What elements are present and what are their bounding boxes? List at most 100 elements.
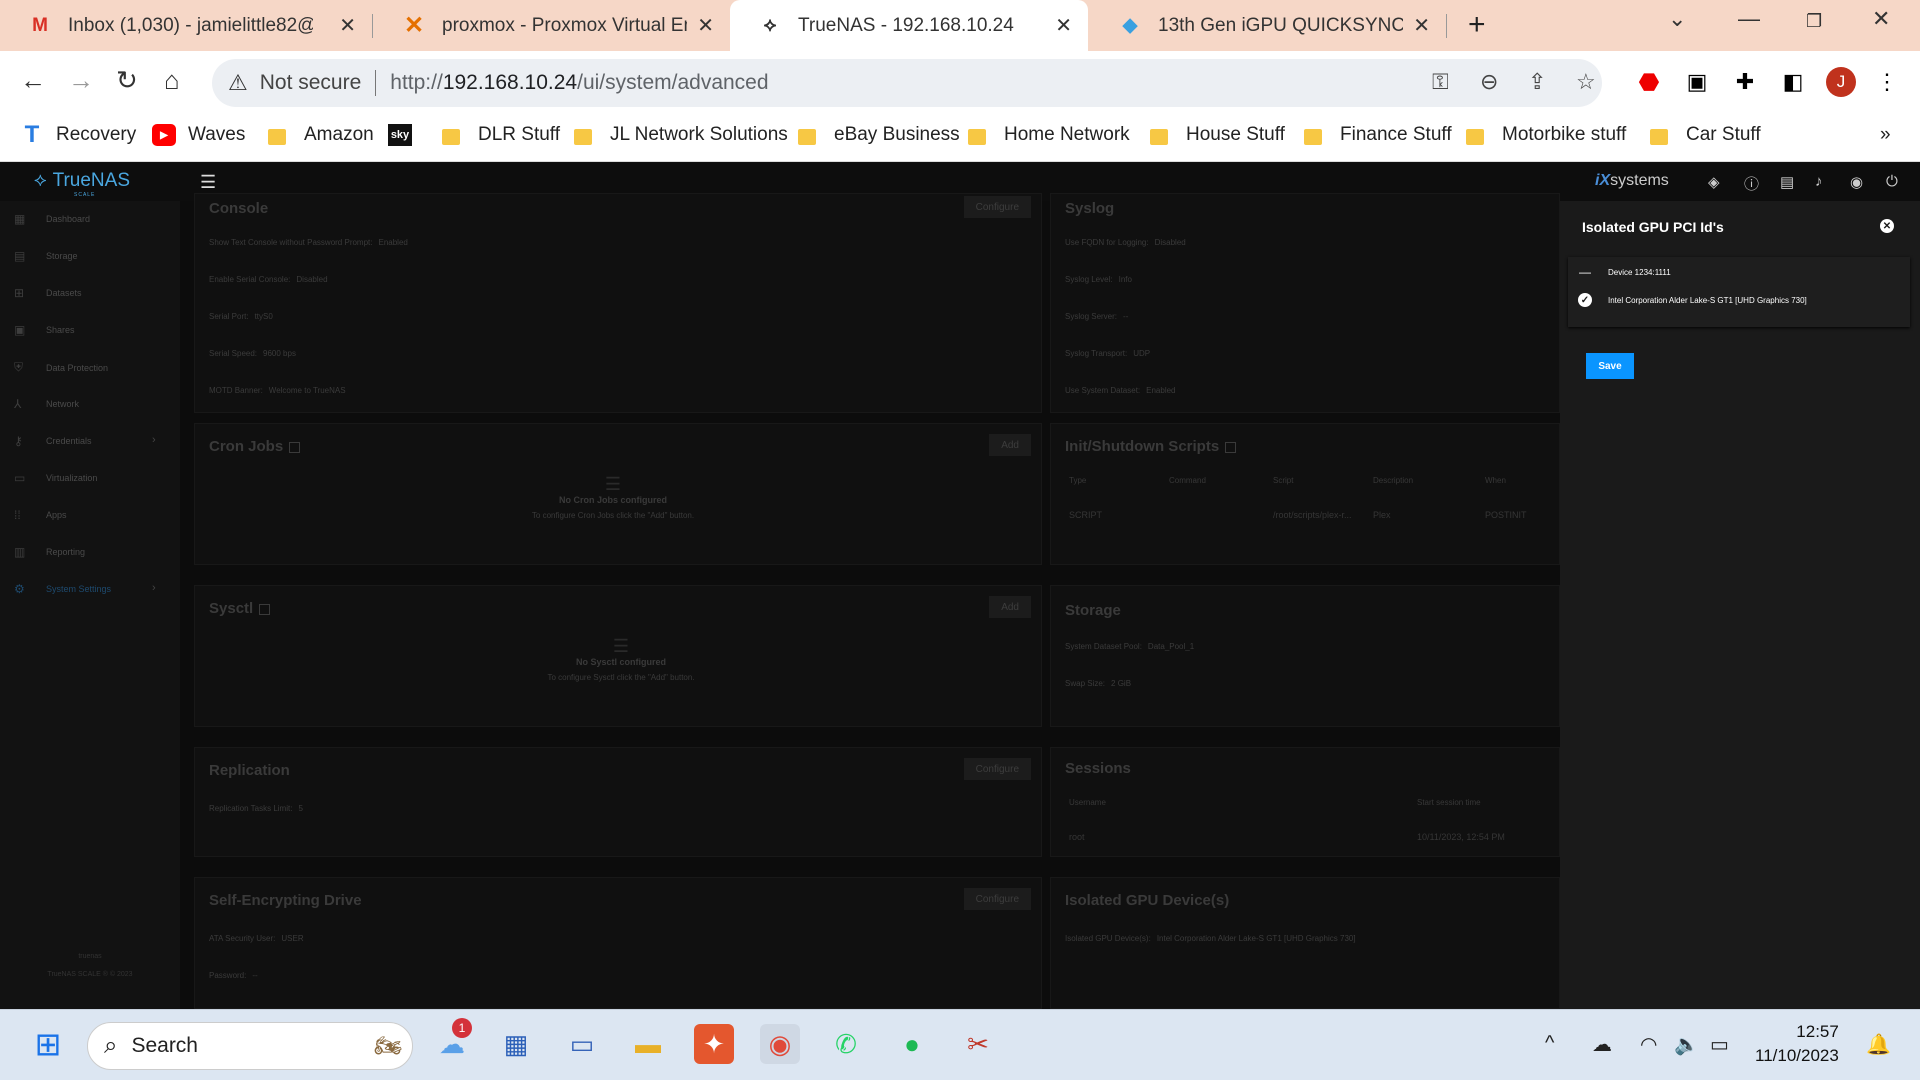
chevron-up-icon[interactable]: ^ (1545, 1032, 1554, 1055)
close-window-icon[interactable]: ✕ (1872, 6, 1890, 32)
restore-icon[interactable]: ❐ (1806, 11, 1822, 32)
info-icon[interactable]: ⓘ (1744, 173, 1759, 194)
share-icon[interactable]: ⇪ (1528, 69, 1546, 95)
sidebar-item-system-settings[interactable]: ⚙ System Settings (14, 582, 111, 596)
unchecked-dash-icon[interactable]: — (1578, 265, 1592, 279)
close-panel-icon[interactable]: ✕ (1880, 219, 1894, 233)
sidebar-item-data-protection[interactable]: ⛨ Data Protection (14, 360, 108, 375)
key-icon[interactable]: ⚿ (1432, 69, 1449, 95)
taskbar-search[interactable]: ⌕ Search 🏍 (87, 1022, 413, 1070)
gpu-option-device-1234[interactable]: — Device 1234:1111 (1578, 265, 1671, 279)
chrome-icon[interactable]: ◉ (760, 1024, 800, 1064)
profile-avatar[interactable]: J (1826, 67, 1856, 97)
bookmark-motorbike-stuff[interactable]: Motorbike stuff (1466, 124, 1626, 146)
extension-icon[interactable]: ▣ (1682, 67, 1712, 97)
minimize-icon[interactable]: — (1738, 6, 1760, 32)
close-tab-icon[interactable]: ✕ (1413, 13, 1430, 38)
forward-arrow-icon[interactable]: → (68, 65, 94, 96)
sidebar-item-shares[interactable]: ▣ Shares (14, 323, 75, 337)
file-explorer-icon[interactable]: ▬ (628, 1024, 668, 1064)
whatsapp-icon[interactable]: ✆ (826, 1024, 866, 1064)
zoom-out-icon[interactable]: ⊖ (1480, 69, 1498, 95)
bookmark-jl-network[interactable]: JL Network Solutions (574, 124, 788, 146)
windows-start-icon[interactable]: ⊞ (28, 1024, 68, 1064)
console-configure-button[interactable]: Configure (963, 196, 1031, 218)
bookmark-recovery[interactable]: T Recovery (20, 121, 137, 148)
bookmark-ebay[interactable]: eBay Business (798, 124, 960, 146)
bookmark-finance-stuff[interactable]: Finance Stuff (1304, 124, 1452, 146)
tab-search-chevron-icon[interactable]: ⌄ (1668, 6, 1686, 32)
close-tab-icon[interactable]: ✕ (1055, 13, 1072, 38)
close-tab-icon[interactable]: ✕ (339, 13, 356, 38)
column-header: Description (1373, 476, 1414, 485)
replication-configure-button[interactable]: Configure (963, 758, 1031, 780)
tab-proxmox-forum[interactable]: ◆ 13th Gen iGPU QUICKSYNC passt ✕ (1090, 0, 1446, 51)
close-tab-icon[interactable]: ✕ (697, 13, 714, 38)
gpu-option-intel-uhd-730[interactable]: ✓ Intel Corporation Alder Lake-S GT1 [UH… (1578, 293, 1807, 307)
microsoft-store-icon[interactable]: ▦ (496, 1024, 536, 1064)
open-in-new-icon[interactable] (259, 603, 271, 615)
sidebar-item-datasets[interactable]: ⊞ Datasets (14, 286, 82, 300)
bookmark-waves[interactable]: ▶ Waves (152, 124, 245, 146)
cron-add-button[interactable]: Add (989, 434, 1031, 456)
truecommand-icon[interactable]: ◈ (1708, 173, 1720, 191)
bookmark-house-stuff[interactable]: House Stuff (1150, 124, 1285, 146)
adblock-extension-icon[interactable]: ⬣ (1634, 67, 1664, 97)
browser-menu-icon[interactable]: ⋮ (1872, 67, 1902, 97)
new-tab-plus-icon[interactable]: + (1468, 8, 1486, 42)
sidebar-item-reporting[interactable]: ▥ Reporting (14, 545, 85, 559)
truenas-logo[interactable]: ⟡ TrueNAS SCALE (34, 170, 130, 198)
power-icon[interactable]: ⏻ (1886, 173, 1898, 190)
wifi-icon[interactable]: ◠ (1640, 1032, 1657, 1057)
sidebar-item-virtualization[interactable]: ▭ Virtualization (14, 471, 97, 485)
back-arrow-icon[interactable]: ← (20, 65, 46, 96)
remote-desktop-icon[interactable]: ▭ (562, 1024, 602, 1064)
check-circle-icon[interactable]: ✓ (1578, 293, 1592, 307)
warning-triangle-icon[interactable]: ⚠ (228, 70, 248, 96)
bookmark-car-stuff[interactable]: Car Stuff (1650, 124, 1761, 146)
onedrive-cloud-icon[interactable]: ☁ (1592, 1032, 1612, 1057)
sidebar-item-dashboard[interactable]: ▦ Dashboard (14, 212, 90, 226)
sed-configure-button[interactable]: Configure (963, 888, 1031, 910)
home-icon[interactable]: ⌂ (164, 65, 180, 96)
bookmark-sky[interactable]: sky (388, 124, 424, 146)
sysctl-add-button[interactable]: Add (989, 596, 1031, 618)
onedrive-weather-icon[interactable]: ☁ 1 (432, 1018, 472, 1064)
console-card: Console Configure Show Text Console with… (194, 193, 1042, 413)
ix-systems-logo[interactable]: iXsystems (1595, 172, 1669, 190)
column-header: Type (1069, 476, 1087, 485)
save-button[interactable]: Save (1586, 353, 1634, 379)
notification-bell-icon[interactable]: 🔔 (1866, 1032, 1891, 1057)
menu-toggle-icon[interactable]: ☰ (200, 172, 216, 193)
bookmark-dlr-stuff[interactable]: DLR Stuff (442, 124, 560, 146)
url-text[interactable]: http://192.168.10.24/ui/system/advanced (390, 71, 768, 95)
spotify-icon[interactable]: ● (892, 1024, 932, 1064)
reload-icon[interactable]: ↻ (116, 65, 138, 96)
tab-proxmox[interactable]: ✕ proxmox - Proxmox Virtual Envir ✕ (374, 0, 730, 51)
tab-gmail[interactable]: M Inbox (1,030) - jamielittle82@gm ✕ (0, 0, 372, 51)
address-bar[interactable]: ⚠ Not secure http://192.168.10.24/ui/sys… (212, 59, 1602, 107)
puzzle-extensions-icon[interactable]: ✚ (1730, 67, 1760, 97)
snipping-tool-icon[interactable]: ✂ (958, 1024, 998, 1064)
account-icon[interactable]: ◉ (1850, 173, 1863, 191)
volume-icon[interactable]: 🔈 (1674, 1032, 1699, 1057)
battery-icon[interactable]: ▭ (1710, 1032, 1729, 1057)
side-panel-icon[interactable]: ◧ (1778, 67, 1808, 97)
dashboard-icon: ▦ (14, 212, 26, 226)
system-clock[interactable]: 12:57 11/10/2023 (1755, 1020, 1839, 1068)
bookmarks-overflow[interactable]: » (1880, 124, 1891, 146)
bookmark-star-icon[interactable]: ☆ (1576, 69, 1596, 95)
sidebar-item-storage[interactable]: ▤ Storage (14, 249, 78, 263)
anydesk-icon[interactable]: ✦ (694, 1024, 734, 1064)
bookmark-home-network[interactable]: Home Network (968, 124, 1130, 146)
open-in-new-icon[interactable] (289, 441, 301, 453)
sidebar-item-credentials[interactable]: ⚷ Credentials (14, 434, 92, 448)
sidebar-item-apps[interactable]: ⁞⁞ Apps (14, 508, 67, 522)
open-in-new-icon[interactable] (1225, 441, 1237, 453)
sidebar-item-network[interactable]: ⅄ Network (14, 397, 79, 411)
bookmark-amazon[interactable]: Amazon (268, 124, 374, 146)
task-manager-icon[interactable]: ▤ (1780, 173, 1794, 191)
bell-icon[interactable]: ♪ (1815, 173, 1823, 190)
tab-truenas[interactable]: ⟡ TrueNAS - 192.168.10.24 ✕ (730, 0, 1088, 51)
security-label[interactable]: Not secure (260, 71, 362, 95)
